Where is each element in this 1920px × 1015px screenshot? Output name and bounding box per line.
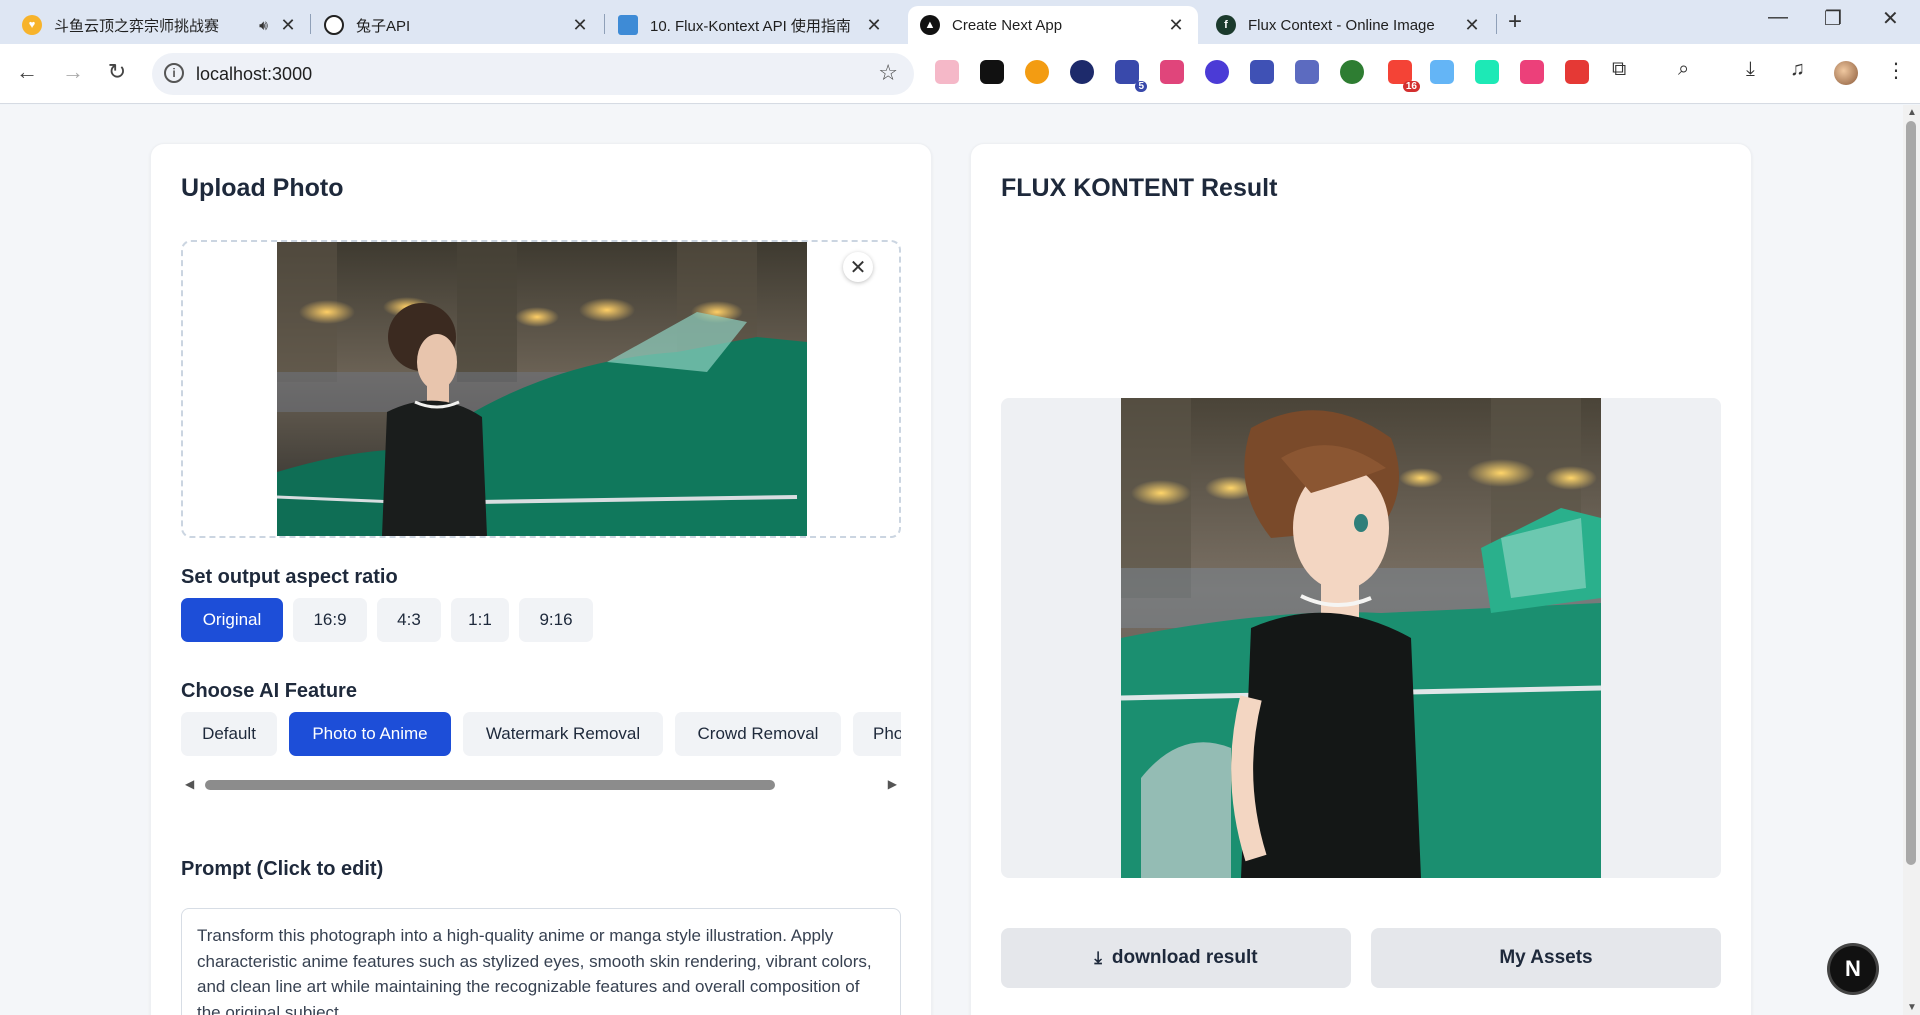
- tab-flux-context[interactable]: f Flux Context - Online Image ✕: [1204, 6, 1494, 44]
- aspect-option-9-16[interactable]: 9:16: [519, 598, 593, 642]
- feature-option-crowd-removal[interactable]: Crowd Removal: [675, 712, 841, 756]
- feature-option-watermark-removal[interactable]: Watermark Removal: [463, 712, 663, 756]
- extension-icon[interactable]: [1565, 60, 1589, 84]
- my-assets-button[interactable]: My Assets: [1371, 928, 1721, 988]
- extension-icon[interactable]: [980, 60, 1004, 84]
- aspect-option-original[interactable]: Original: [181, 598, 283, 642]
- close-tab-icon[interactable]: ✕: [1166, 15, 1186, 36]
- back-icon[interactable]: ←: [12, 59, 42, 85]
- bookmark-star-icon[interactable]: ☆: [878, 60, 898, 86]
- result-card: FLUX KONTENT Result ⤓ download result My…: [970, 143, 1752, 1015]
- tab-create-next-app[interactable]: ▲ Create Next App ✕: [908, 6, 1198, 44]
- reload-icon[interactable]: ↻: [102, 59, 132, 85]
- tab-search-icon[interactable]: ⌕: [1678, 58, 1689, 81]
- result-anime-image: [1121, 398, 1601, 878]
- remove-photo-button[interactable]: ✕: [843, 252, 873, 282]
- extension-icon[interactable]: [1070, 60, 1094, 84]
- scrollbar-thumb[interactable]: [1906, 121, 1916, 865]
- feature-option-photo[interactable]: Pho: [853, 712, 901, 756]
- tab-title: 兔子API: [356, 17, 411, 35]
- gitbook-icon: [618, 15, 638, 35]
- extension-icon[interactable]: 5: [1115, 60, 1147, 92]
- prompt-title: Prompt (Click to edit): [181, 858, 384, 880]
- upload-card: Upload Photo ✕ Set output aspect ratio O…: [150, 143, 932, 1015]
- flux-icon: f: [1216, 15, 1236, 35]
- tab-title: 斗鱼云顶之弈宗师挑战赛: [54, 17, 220, 35]
- aspect-option-16-9[interactable]: 16:9: [293, 598, 367, 642]
- speaker-icon[interactable]: 🔊︎: [259, 17, 268, 34]
- extension-icon[interactable]: [1250, 60, 1274, 84]
- page-vertical-scrollbar[interactable]: ▲ ▼: [1903, 105, 1920, 1015]
- result-title: FLUX KONTENT Result: [1001, 174, 1278, 202]
- scroll-left-icon[interactable]: ◀: [185, 777, 194, 791]
- extensions-puzzle-icon[interactable]: ⧉: [1612, 58, 1626, 81]
- close-tab-icon[interactable]: ✕: [864, 15, 884, 36]
- scroll-up-icon[interactable]: ▲: [1907, 107, 1917, 118]
- new-tab-icon[interactable]: +: [1508, 8, 1522, 36]
- tab-title: Flux Context - Online Image: [1248, 16, 1435, 34]
- profile-avatar[interactable]: [1834, 61, 1858, 85]
- ai-feature-title: Choose AI Feature: [181, 680, 357, 702]
- nextjs-dev-indicator[interactable]: N: [1830, 946, 1876, 992]
- download-result-label: download result: [1111, 947, 1258, 968]
- browser-toolbar: ← → ↻ i localhost:3000 ☆ 5 16 ⧉ ⌕ ⤓ ♫ ⋮: [0, 44, 1920, 104]
- nextjs-icon: ▲: [920, 15, 940, 35]
- extension-icon[interactable]: [1295, 60, 1319, 84]
- minimize-icon[interactable]: —: [1768, 6, 1788, 29]
- extension-icon[interactable]: [935, 60, 959, 84]
- extension-icon[interactable]: [1205, 60, 1229, 84]
- result-image-container: [1001, 398, 1721, 878]
- aspect-ratio-title: Set output aspect ratio: [181, 566, 398, 588]
- my-assets-label: My Assets: [1499, 947, 1593, 968]
- extension-icon[interactable]: [1340, 60, 1364, 84]
- forward-icon[interactable]: →: [58, 59, 88, 85]
- prompt-textarea[interactable]: Transform this photograph into a high-qu…: [181, 908, 901, 1015]
- feature-option-default[interactable]: Default: [181, 712, 277, 756]
- tab-douyu[interactable]: ♥ 斗鱼云顶之弈宗师挑战赛 🔊︎ ✕: [10, 6, 310, 44]
- tab-title: 10. Flux-Kontext API 使用指南: [650, 17, 851, 35]
- feature-option-photo-to-anime[interactable]: Photo to Anime: [289, 712, 451, 756]
- close-window-icon[interactable]: ✕: [1882, 6, 1899, 31]
- extension-badge: 5: [1135, 81, 1147, 92]
- media-control-icon[interactable]: ♫: [1790, 58, 1805, 81]
- extension-icon[interactable]: [1430, 60, 1454, 84]
- tab-flux-guide[interactable]: 10. Flux-Kontext API 使用指南 ✕: [606, 6, 896, 44]
- url-text[interactable]: localhost:3000: [196, 64, 312, 85]
- close-tab-icon[interactable]: ✕: [1462, 15, 1482, 36]
- feature-options-strip: Default Photo to Anime Watermark Removal…: [181, 712, 901, 762]
- page-viewport: Upload Photo ✕ Set output aspect ratio O…: [0, 105, 1903, 1015]
- tab-title: Create Next App: [952, 16, 1063, 34]
- douyu-icon: ♥: [22, 15, 42, 35]
- address-bar[interactable]: i localhost:3000 ☆: [152, 53, 914, 95]
- upload-title: Upload Photo: [181, 174, 344, 202]
- close-tab-icon[interactable]: ✕: [570, 15, 590, 36]
- download-result-button[interactable]: ⤓ download result: [1001, 928, 1351, 988]
- aspect-option-1-1[interactable]: 1:1: [451, 598, 509, 642]
- scroll-right-icon[interactable]: ▶: [888, 777, 897, 791]
- feature-horizontal-scrollbar[interactable]: ◀ ▶: [181, 776, 901, 794]
- extension-icon[interactable]: 16: [1388, 60, 1420, 92]
- extension-icon[interactable]: [1025, 60, 1049, 84]
- close-icon: ✕: [849, 256, 867, 279]
- upload-dropzone[interactable]: ✕: [181, 240, 901, 538]
- scroll-down-icon[interactable]: ▼: [1907, 1002, 1917, 1013]
- close-tab-icon[interactable]: ✕: [278, 15, 298, 36]
- uploaded-photo: [277, 242, 807, 536]
- download-icon[interactable]: ⤓: [1746, 58, 1755, 81]
- openai-icon: [324, 15, 344, 35]
- restore-icon[interactable]: ❐: [1824, 6, 1842, 31]
- extension-badge: 16: [1402, 81, 1420, 92]
- tab-strip: ♥ 斗鱼云顶之弈宗师挑战赛 🔊︎ ✕ 兔子API ✕ 10. Flux-Kont…: [0, 0, 1920, 44]
- scrollbar-thumb[interactable]: [205, 780, 775, 790]
- extension-icon[interactable]: [1475, 60, 1499, 84]
- tab-tuzi-api[interactable]: 兔子API ✕: [312, 6, 602, 44]
- aspect-option-4-3[interactable]: 4:3: [377, 598, 441, 642]
- download-icon: ⤓: [1094, 948, 1102, 967]
- menu-icon[interactable]: ⋮: [1886, 58, 1906, 83]
- extension-icon[interactable]: [1160, 60, 1184, 84]
- extension-icon[interactable]: [1520, 60, 1544, 84]
- site-info-icon[interactable]: i: [164, 63, 184, 83]
